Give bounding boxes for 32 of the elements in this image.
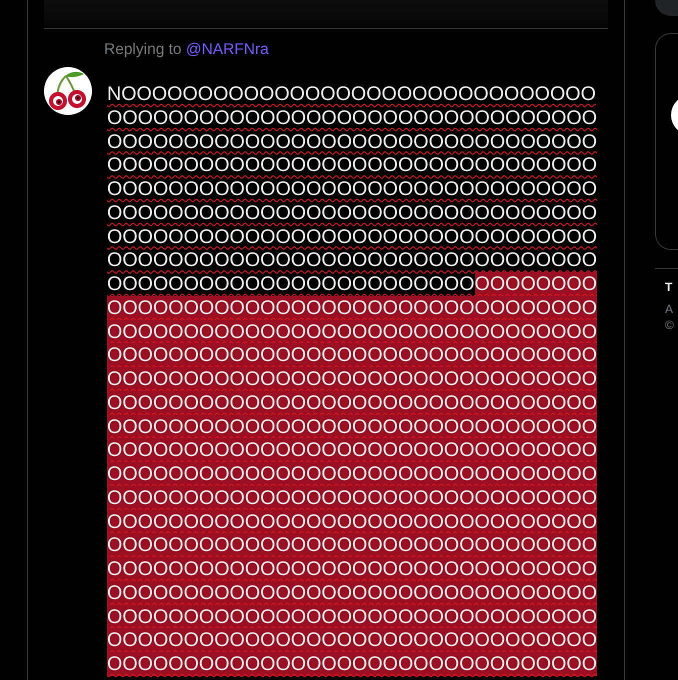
reply-text: OOOOOOOOOOOOOOOOOOOOOOOOOOOOOOOO	[107, 204, 598, 222]
footer-text: A	[665, 301, 674, 317]
over-limit-text: OOOOOOOOOOOOOOOOOOOOOOOOOOOOOOOO	[107, 536, 598, 554]
over-limit-text: OOOOOOOOOOOOOOOOOOOOOOOOOOOOOOOO	[107, 465, 598, 483]
over-limit-text: OOOOOOOOOOOOOOOOOOOOOOOOOOOOOOOO	[107, 512, 598, 530]
over-limit-text: OOOOOOOOOOOOOOOOOOOOOOOOOOOOOOOO	[107, 441, 598, 460]
footer-text: T	[665, 279, 674, 295]
over-limit-text: OOOOOOOOOOOOOOOOOOOOOOOOOOOOOOOO	[107, 322, 598, 340]
over-limit-text: OOOOOOOOOOOOOOOOOOOOOOOOOOOOOOOO	[107, 370, 598, 388]
footer-text: ©	[665, 317, 675, 333]
reply-text: OOOOOOOOOOOOOOOOOOOOOOOO	[107, 275, 475, 293]
over-limit-text: OOOOOOOOOOOOOOOOOOOOOOOOOOOOOOOO	[107, 394, 598, 412]
over-limit-text: OOOOOOOOOOOOOOOOOOOOOOOOOOOOOOOO	[107, 631, 598, 650]
over-limit-text: OOOOOOOOOOOOOOOOOOOOOOOOOOOOOOOO	[107, 298, 598, 317]
reply-text: OOOOOOOOOOOOOOOOOOOOOOOOOOOOOOOO	[107, 108, 598, 127]
reply-text: OOOOOOOOOOOOOOOOOOOOOOOOOOOOOOOO	[107, 228, 598, 246]
over-limit-text: OOOOOOOOOOOOOOOOOOOOOOOOOOOOOOOO	[107, 560, 598, 578]
over-limit-text: OOOOOOOOOOOOOOOOOOOOOOOOOOOOOOOO	[107, 655, 598, 673]
reply-text: OOOOOOOOOOOOOOOOOOOOOOOOOOOOOOOO	[107, 132, 598, 150]
reply-text: NOOOOOOOOOOOOOOOOOOOOOOOOOOOOOOO	[107, 85, 596, 103]
over-limit-text: OOOOOOOOOOOOOOOOOOOOOOOOOOOOOOOO	[107, 584, 598, 602]
cherries-avatar-icon	[44, 67, 92, 115]
over-limit-text: OOOOOOOOOOOOOOOOOOOOOOOOOOOOOOOO	[107, 418, 598, 436]
over-limit-text: OOOOOOOOOOOOOOOOOOOOOOOOOOOOOOOO	[107, 346, 598, 364]
reply-text: OOOOOOOOOOOOOOOOOOOOOOOOOOOOOOOO	[107, 180, 598, 198]
reply-text: OOOOOOOOOOOOOOOOOOOOOOOOOOOOOOOO	[107, 156, 598, 174]
over-limit-text: OOOOOOOOOOOOOOOOOOOOOOOOOOOOOOOO	[107, 608, 598, 626]
replying-to-label: Replying to	[104, 41, 182, 58]
reply-text: OOOOOOOOOOOOOOOOOOOOOOOOOOOOOOOO	[107, 251, 598, 270]
over-limit-text: OOOOOOOO	[474, 275, 598, 293]
handle-link[interactable]: @NARFNra	[186, 41, 269, 58]
over-limit-text: OOOOOOOOOOOOOOOOOOOOOOOOOOOOOOOO	[107, 488, 598, 507]
